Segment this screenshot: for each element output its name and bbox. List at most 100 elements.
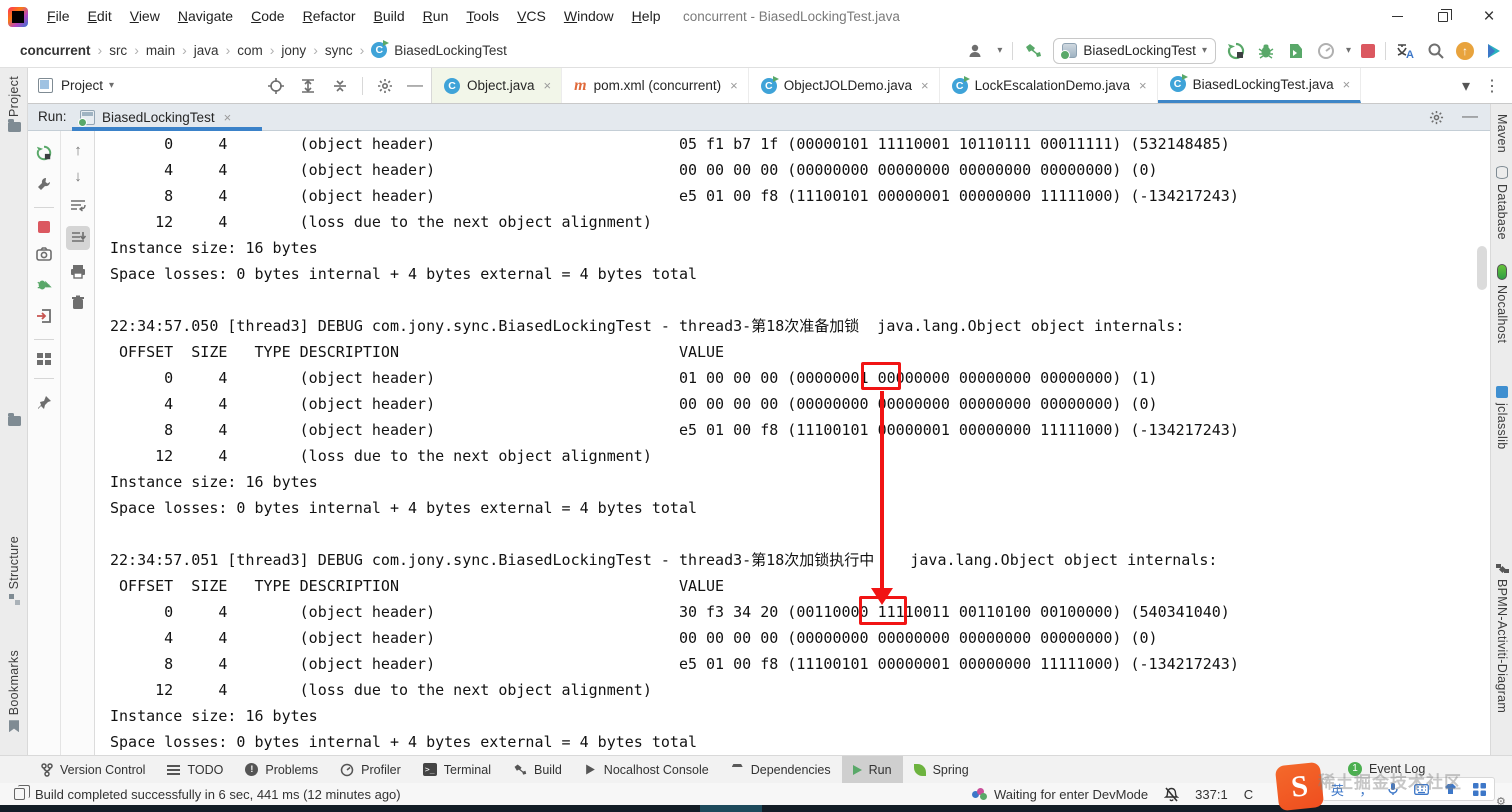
breadcrumb-item[interactable]: sync [323, 43, 355, 58]
sidebar-item-structure[interactable]: Structure [0, 536, 28, 606]
toolwindow-profiler[interactable]: Profiler [329, 756, 412, 784]
pin-icon[interactable] [34, 392, 54, 412]
sidebar-item-jclasslib[interactable]: jclasslib [1491, 386, 1512, 449]
toolwindow-run-active[interactable]: Run [841, 755, 903, 784]
menu-item[interactable]: Help [623, 0, 670, 33]
gear-icon[interactable] [375, 76, 395, 96]
update-available-icon[interactable]: ↑ [1456, 41, 1474, 60]
scroll-to-end-icon[interactable] [66, 226, 90, 250]
clear-all-trash-icon[interactable] [68, 292, 88, 312]
toolwindow-build[interactable]: Build [502, 756, 573, 784]
status-message[interactable]: Build completed successfully in 6 sec, 4… [35, 787, 401, 802]
search-icon[interactable] [1426, 41, 1446, 61]
caret-position[interactable]: 337:1 [1195, 787, 1228, 802]
encoding-label[interactable]: C [1244, 787, 1253, 802]
project-panel-title[interactable]: Project [61, 78, 103, 93]
translate-icon[interactable]: A [1396, 41, 1416, 61]
sidebar-item-nocalhost[interactable]: Nocalhost [1491, 264, 1512, 343]
notifications-muted-icon[interactable] [1164, 786, 1180, 802]
toolwindow-problems[interactable]: ! Problems [234, 756, 329, 784]
hide-panel-icon[interactable]: — [1462, 108, 1478, 126]
menu-item[interactable]: Window [555, 0, 623, 33]
thread-dump-camera-icon[interactable] [34, 244, 54, 264]
sidebar-item-database[interactable]: Database [1491, 166, 1512, 240]
close-icon[interactable]: × [224, 110, 232, 125]
layout-grid-icon[interactable] [37, 353, 51, 365]
rerun-failed-tests-icon[interactable] [34, 275, 54, 295]
gear-icon[interactable] [1426, 107, 1446, 127]
up-stack-trace-icon[interactable]: ↑ [74, 143, 82, 158]
breadcrumb-item[interactable]: concurrent [18, 43, 93, 58]
breadcrumb-item[interactable]: com [235, 43, 265, 58]
plugin-logo-icon[interactable] [1484, 41, 1504, 61]
breadcrumb-item[interactable]: jony [279, 43, 308, 58]
sidebar-item-project[interactable]: Project [0, 76, 28, 133]
menu-item[interactable]: File [38, 0, 79, 33]
menu-item[interactable]: Tools [457, 0, 508, 33]
kebab-menu-icon[interactable]: ⋮ [1484, 76, 1500, 96]
editor-tab[interactable]: C ObjectJOLDemo.java × [749, 68, 940, 103]
restore-button[interactable] [1420, 0, 1466, 33]
stop-icon[interactable] [38, 221, 50, 233]
locate-file-icon[interactable] [266, 76, 286, 96]
minimize-button[interactable] [1374, 0, 1420, 33]
sidebar-item-maven[interactable]: Maven [1491, 114, 1512, 153]
devmode-status[interactable]: Waiting for enter DevMode [972, 787, 1148, 802]
rerun-icon[interactable] [34, 143, 54, 163]
menu-item[interactable]: View [121, 0, 169, 33]
breadcrumb-item[interactable]: java [192, 43, 221, 58]
toolwindow-dependencies[interactable]: Dependencies [720, 756, 842, 784]
close-icon[interactable]: × [730, 78, 738, 93]
gear-icon[interactable]: ⚙ [1496, 795, 1506, 808]
menu-item[interactable]: Code [242, 0, 293, 33]
breadcrumb-leaf[interactable]: BiasedLockingTest [392, 43, 509, 58]
menu-item[interactable]: VCS [508, 0, 555, 33]
editor-tab[interactable]: C Object.java × [432, 68, 563, 103]
close-icon[interactable]: × [1139, 78, 1147, 93]
editor-tab[interactable]: C LockEscalationDemo.java × [940, 68, 1158, 103]
run-configuration-select[interactable]: BiasedLockingTest ▾ [1053, 37, 1216, 64]
rerun-icon[interactable] [1226, 41, 1246, 61]
build-hammer-icon[interactable] [1023, 41, 1043, 61]
debug-bug-icon[interactable] [1256, 41, 1276, 61]
hide-panel-icon[interactable]: — [407, 77, 423, 95]
editor-tab[interactable]: m pom.xml (concurrent) × [562, 68, 749, 103]
chevron-down-icon[interactable]: ▾ [997, 45, 1002, 56]
chevron-down-icon[interactable]: ▾ [109, 80, 114, 91]
close-icon[interactable]: × [1343, 77, 1351, 92]
tool-stripe-folder[interactable] [0, 413, 28, 426]
print-icon[interactable] [68, 261, 88, 281]
toolwindow-nocalhost-console[interactable]: Nocalhost Console [573, 756, 720, 784]
down-stack-trace-icon[interactable]: ↓ [74, 169, 82, 184]
collapse-all-icon[interactable] [330, 76, 350, 96]
close-icon[interactable]: × [544, 78, 552, 93]
stop-icon[interactable] [1361, 43, 1375, 58]
expand-all-icon[interactable] [298, 76, 318, 96]
menu-item[interactable]: Navigate [169, 0, 242, 33]
exit-icon[interactable] [34, 306, 54, 326]
profiler-icon[interactable] [1316, 41, 1336, 61]
menu-item[interactable]: Build [365, 0, 414, 33]
chevron-down-icon[interactable]: ▾ [1462, 76, 1470, 96]
editor-tab-active[interactable]: C BiasedLockingTest.java × [1157, 68, 1362, 103]
run-with-coverage-icon[interactable] [1286, 41, 1306, 61]
chevron-down-icon[interactable]: ▾ [1346, 45, 1351, 56]
run-console-output[interactable]: 0 4 (object header) 05 f1 b7 1f (0000010… [95, 131, 1478, 755]
menu-item[interactable]: Refactor [294, 0, 365, 33]
toolbox-grid-icon[interactable] [1473, 782, 1487, 796]
scrollbar-thumb[interactable] [1477, 246, 1487, 290]
users-icon[interactable] [967, 41, 987, 61]
toolwindow-terminal[interactable]: >_ Terminal [412, 756, 502, 784]
menu-item[interactable]: Run [414, 0, 458, 33]
close-button[interactable]: × [1466, 0, 1512, 33]
breadcrumb-item[interactable]: src [107, 43, 129, 58]
soft-wrap-icon[interactable] [68, 195, 88, 215]
sidebar-item-bookmarks[interactable]: Bookmarks [0, 650, 28, 733]
toolwindow-spring[interactable]: Spring [903, 756, 980, 784]
sidebar-item-bpmn[interactable]: BPMN-Activiti-Diagram [1491, 564, 1512, 713]
toolwindow-todo[interactable]: TODO [156, 756, 234, 784]
settings-wrench-icon[interactable] [34, 174, 54, 194]
breadcrumb-item[interactable]: main [144, 43, 177, 58]
menu-item[interactable]: Edit [79, 0, 121, 33]
toolwindow-version-control[interactable]: Version Control [30, 756, 156, 784]
